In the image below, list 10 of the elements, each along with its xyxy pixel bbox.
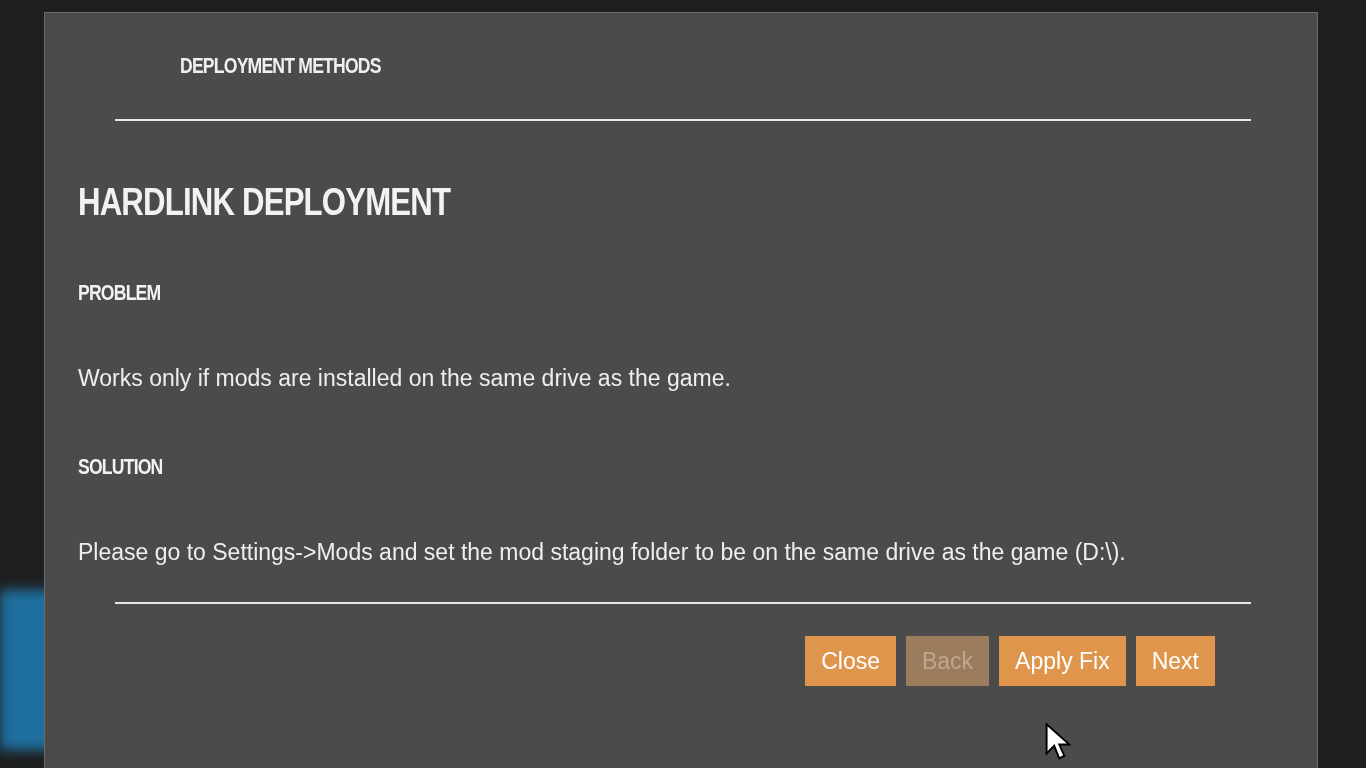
dialog-title: HARDLINK DEPLOYMENT [78, 181, 452, 224]
cursor-icon [1045, 723, 1071, 761]
dialog-button[interactable]: Close [805, 636, 896, 686]
section-heading: SOLUTION [78, 454, 164, 480]
section-text: Works only if mods are installed on the same drive as the game. [78, 364, 732, 393]
dialog-button[interactable]: Apply Fix [999, 636, 1126, 686]
dialog-button[interactable]: Next [1135, 636, 1215, 686]
dialog-header: DEPLOYMENT METHODS [180, 52, 382, 80]
section-heading: PROBLEM [78, 280, 162, 306]
section-text: Please go to Settings->Mods and set the mod staging folder to be on the same drive as the game (D:\). [78, 538, 1127, 567]
